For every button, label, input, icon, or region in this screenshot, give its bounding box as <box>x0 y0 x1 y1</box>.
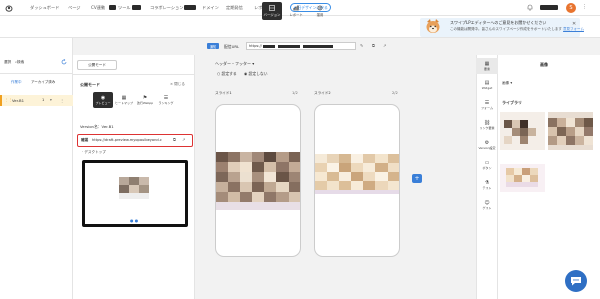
variant-panel <box>0 38 73 299</box>
sidebar-item-form[interactable]: ☰ フォーム <box>476 100 498 110</box>
preview-url-label: 確認 <box>81 138 89 142</box>
refresh-icon[interactable] <box>61 59 67 65</box>
sidebar-item-version[interactable]: ⚙ Version設定 <box>476 140 498 150</box>
menu-icon[interactable]: ⋮ <box>582 4 587 10</box>
divider <box>0 73 73 74</box>
sidebar-item-button[interactable]: ▭ ボタン <box>476 160 498 170</box>
slide-2-image <box>315 154 399 194</box>
library-image-2[interactable] <box>548 112 593 150</box>
external-link-icon[interactable]: ↗ <box>182 137 185 142</box>
preview-url[interactable]: https://draft-preview.myopaulbeyond.c <box>92 138 168 142</box>
desktop-label: · デスクトップ <box>82 150 106 154</box>
slide-1-image <box>216 152 300 210</box>
avatar[interactable]: S <box>566 3 576 13</box>
close-panel-button[interactable]: × 閉じる <box>170 82 185 87</box>
issue-tool[interactable]: ⚑ 改行Webpp <box>135 92 155 108</box>
close-icon[interactable]: ✕ <box>572 21 576 27</box>
shiba-mascot-icon <box>426 19 440 33</box>
more-icon[interactable]: ⋮ <box>60 98 64 103</box>
nav-tools[interactable]: ツール <box>118 5 131 11</box>
search-button[interactable]: ⌕検索 <box>15 60 24 65</box>
chart-icon <box>293 5 299 11</box>
carousel-dots[interactable]: ● ● <box>130 218 138 223</box>
nav-redacted <box>132 5 141 10</box>
desktop-preview[interactable] <box>82 160 188 227</box>
library-heading: ライブラリ <box>502 100 522 105</box>
variant-count: 1 <box>42 98 45 102</box>
feedback-link[interactable]: 意見フォーム <box>563 27 584 31</box>
nav-redacted <box>184 5 196 10</box>
nav-cv[interactable]: CV連動 <box>91 5 105 11</box>
operate-button[interactable]: 運用 <box>310 2 330 20</box>
copy-icon[interactable]: ⧉ <box>372 43 375 48</box>
slide-2-frame[interactable] <box>314 104 400 257</box>
slide-1-frame[interactable] <box>215 104 301 257</box>
library-image-3[interactable] <box>500 164 545 192</box>
nav-collab[interactable]: コラボレーション <box>150 5 183 11</box>
report-button[interactable]: レポート <box>286 2 306 20</box>
destination-label: 配信URL <box>224 44 240 49</box>
tab-working[interactable]: 作業中 <box>11 80 22 85</box>
publish-mode-label: 公開モード <box>80 82 100 87</box>
preview-tool[interactable]: ◉ プレビュー <box>93 92 113 108</box>
external-link-icon[interactable]: ↗ <box>383 43 386 48</box>
bell-icon[interactable] <box>527 4 533 11</box>
ranking-tool[interactable]: ☰ ランキング <box>156 92 176 108</box>
library-image-1[interactable] <box>500 112 545 150</box>
tab-archive[interactable]: アーカイブ済み <box>31 80 55 85</box>
sidebar-item-link[interactable]: ⛓ リンク要素 <box>476 120 498 130</box>
preview-image <box>119 177 149 199</box>
radio-disable[interactable]: ◉ 設定しない <box>244 71 268 77</box>
nav-schedule[interactable]: 定期発信 <box>226 5 243 11</box>
slide-count: 1/2 <box>292 91 298 95</box>
destination-url-field[interactable]: https:// <box>246 42 356 50</box>
nav-redacted <box>109 5 116 10</box>
sidebar-item-elements[interactable]: ▦ 要素 <box>476 58 498 74</box>
variant-name: Ver.B1 <box>12 98 25 103</box>
banner-text: この機能は開発中。皆さんのスワイプページ作成をサポートいたします 意見フォーム <box>450 27 584 31</box>
heatmap-tool[interactable]: ▦ ヒートマップ <box>114 92 134 108</box>
gear-icon <box>317 5 323 11</box>
nav-domain[interactable]: ドメイン <box>202 5 219 11</box>
version-button[interactable]: バージョン <box>262 2 282 20</box>
edit-icon[interactable]: ✎ <box>360 43 363 48</box>
chat-help-button[interactable] <box>565 270 587 292</box>
element-sidebar <box>476 55 498 299</box>
add-slide-button[interactable]: + <box>412 174 422 183</box>
publish-mode-button[interactable]: 公開モード <box>77 60 117 70</box>
sidebar-item-guest[interactable]: ☺ ゲスト <box>476 200 498 210</box>
slide-label: スライド2 <box>314 91 331 95</box>
sidebar-item-widget[interactable]: ▤ Widget <box>476 80 498 90</box>
logo-icon[interactable] <box>4 3 14 13</box>
copy-icon[interactable]: ⧉ <box>173 137 176 142</box>
version-name: Version名：Ver.B1 <box>80 124 114 129</box>
username-redacted <box>540 5 558 10</box>
version-icon <box>269 5 275 11</box>
banner-title: スワイプLPエディターへのご意見をお聞かせください <box>450 20 547 25</box>
filter-select[interactable]: 画像 ▾ <box>502 81 512 86</box>
nav-dashboard[interactable]: ダッシュボード <box>30 5 59 11</box>
chat-icon <box>571 277 581 286</box>
slide-label: スライド1 <box>215 91 232 95</box>
select-button[interactable]: 選択 <box>4 60 11 65</box>
panel-title: 画像 <box>540 62 548 67</box>
device-badge[interactable]: 通知 <box>207 43 219 49</box>
nav-page[interactable]: ページ <box>68 5 80 11</box>
radio-enable[interactable]: ○ 設定する <box>217 71 237 77</box>
divider <box>73 74 195 75</box>
slide-count: 2/2 <box>392 91 398 95</box>
sidebar-item-test[interactable]: ⚗ テスト <box>476 180 498 190</box>
header-footer-label[interactable]: ヘッダー・フッター ▾ <box>215 61 254 67</box>
chevron-down-icon[interactable]: ▾ <box>50 98 52 102</box>
